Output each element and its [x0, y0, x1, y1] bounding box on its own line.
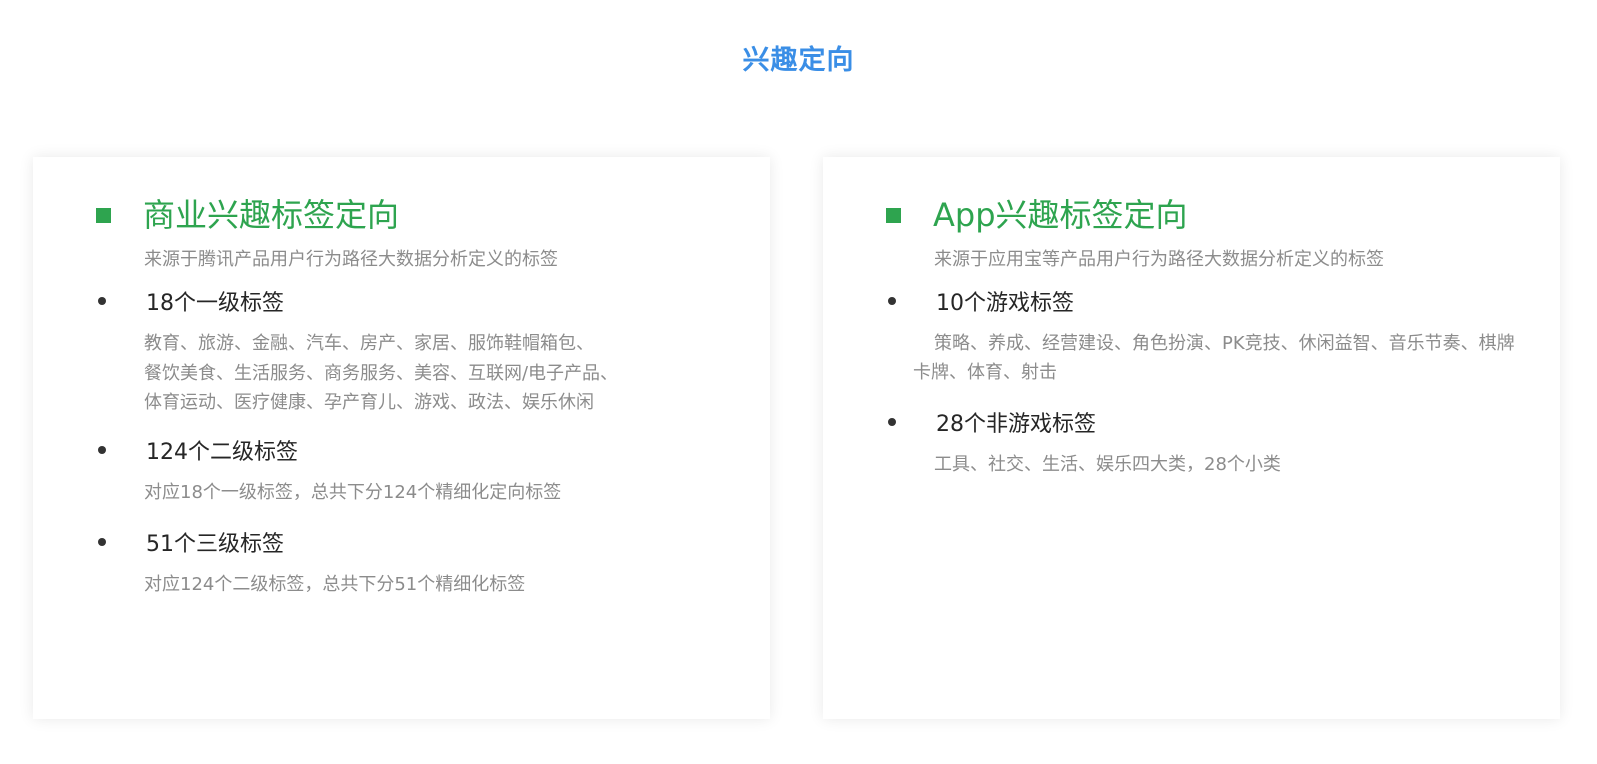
item-label: 51个三级标签 — [146, 532, 284, 557]
card-subtitle: 来源于腾讯产品用户行为路径大数据分析定义的标签 — [144, 249, 558, 270]
card-header: 商业兴趣标签定向 — [96, 195, 399, 235]
item-label: 124个二级标签 — [146, 440, 298, 465]
list-item: 124个二级标签 — [96, 434, 298, 466]
bullet-dot-icon — [98, 297, 106, 305]
description-line: 策略、养成、经营建设、角色扮演、PK竞技、休闲益智、音乐节奏、棋牌 — [934, 333, 1515, 354]
item-label: 18个一级标签 — [146, 291, 284, 316]
description-line: 体育运动、医疗健康、孕产育儿、游戏、政法、娱乐休闲 — [144, 392, 594, 413]
bullet-dot-icon — [98, 446, 106, 454]
card-subtitle: 来源于应用宝等产品用户行为路径大数据分析定义的标签 — [934, 249, 1384, 270]
card-title: App兴趣标签定向 — [933, 196, 1188, 234]
description-line: 对应124个二级标签，总共下分51个精细化标签 — [144, 574, 526, 595]
description-line: 卡牌、体育、射击 — [913, 362, 1057, 383]
list-item: 18个一级标签 — [96, 285, 284, 317]
bullet-dot-icon — [888, 297, 896, 305]
item-description: 工具、社交、生活、娱乐四大类，28个小类 — [934, 450, 1281, 480]
list-item: 51个三级标签 — [96, 526, 284, 558]
app-interest-card: App兴趣标签定向 来源于应用宝等产品用户行为路径大数据分析定义的标签 10个游… — [823, 157, 1560, 719]
item-label: 28个非游戏标签 — [936, 412, 1096, 437]
item-description: 对应18个一级标签，总共下分124个精细化定向标签 — [144, 478, 561, 508]
description-line: 对应18个一级标签，总共下分124个精细化定向标签 — [144, 482, 562, 503]
description-line: 工具、社交、生活、娱乐四大类，28个小类 — [934, 454, 1281, 475]
square-bullet-icon — [96, 207, 111, 223]
card-title: 商业兴趣标签定向 — [143, 196, 400, 234]
bullet-dot-icon — [888, 418, 896, 426]
list-item: 10个游戏标签 — [886, 285, 1074, 317]
item-description: 策略、养成、经营建设、角色扮演、PK竞技、休闲益智、音乐节奏、棋牌 卡牌、体育、… — [913, 329, 1543, 387]
square-bullet-icon — [886, 207, 901, 223]
description-line: 教育、旅游、金融、汽车、房产、家居、服饰鞋帽箱包、 — [144, 333, 594, 354]
list-item: 28个非游戏标签 — [886, 406, 1096, 438]
card-header: App兴趣标签定向 — [886, 195, 1188, 235]
description-line: 餐饮美食、生活服务、商务服务、美容、互联网/电子产品、 — [144, 362, 619, 384]
item-description: 对应124个二级标签，总共下分51个精细化标签 — [144, 570, 525, 600]
business-interest-card: 商业兴趣标签定向 来源于腾讯产品用户行为路径大数据分析定义的标签 18个一级标签… — [33, 157, 770, 719]
bullet-dot-icon — [98, 538, 106, 546]
item-label: 10个游戏标签 — [936, 291, 1074, 316]
page-title: 兴趣定向 — [742, 45, 855, 76]
item-description: 教育、旅游、金融、汽车、房产、家居、服饰鞋帽箱包、 餐饮美食、生活服务、商务服务… — [144, 329, 618, 418]
